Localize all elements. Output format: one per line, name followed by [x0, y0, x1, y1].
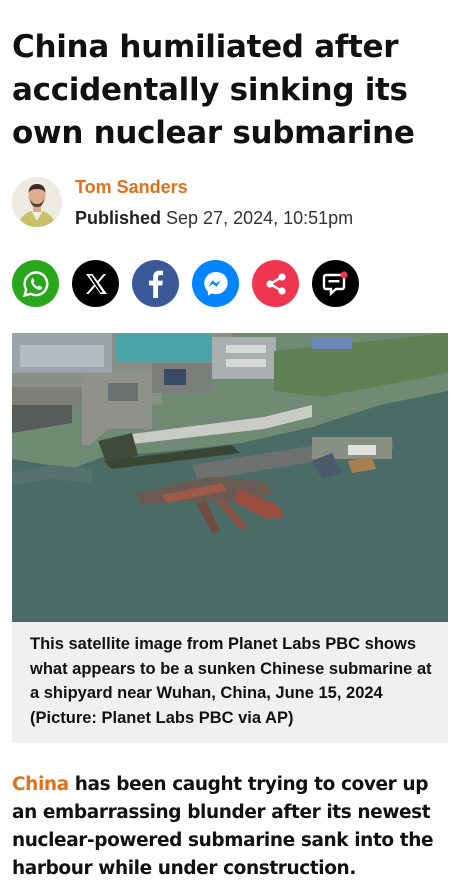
- facebook-share-button[interactable]: [132, 260, 179, 307]
- author-name[interactable]: Tom Sanders: [75, 176, 353, 198]
- byline: Tom Sanders Published Sep 27, 2024, 10:5…: [12, 176, 448, 249]
- published-date: Sep 27, 2024, 10:51pm: [166, 208, 354, 228]
- share-icon: [265, 272, 286, 295]
- author-avatar[interactable]: [12, 177, 62, 227]
- article: China humiliated after accidentally sink…: [0, 0, 460, 883]
- x-share-button[interactable]: [72, 260, 119, 307]
- share-button[interactable]: [252, 260, 299, 307]
- comments-button[interactable]: [312, 260, 359, 307]
- comment-icon: [322, 270, 348, 296]
- messenger-icon: [203, 271, 228, 296]
- whatsapp-icon: [22, 270, 48, 297]
- author-info: Tom Sanders Published Sep 27, 2024, 10:5…: [75, 176, 353, 230]
- article-body: China has been caught trying to cover up…: [12, 771, 448, 883]
- messenger-share-button[interactable]: [192, 260, 239, 307]
- satellite-image: [12, 333, 448, 622]
- published-label: Published: [75, 208, 162, 228]
- x-icon: [85, 273, 107, 294]
- headline: China humiliated after accidentally sink…: [12, 29, 415, 151]
- whatsapp-share-button[interactable]: [12, 260, 59, 307]
- facebook-icon: [148, 270, 163, 298]
- body-text: has been caught trying to cover up an em…: [12, 774, 434, 879]
- share-bar: [12, 260, 448, 307]
- publish-info: Published Sep 27, 2024, 10:51pm: [75, 206, 353, 230]
- topic-link-china[interactable]: China: [12, 774, 69, 795]
- image-caption: This satellite image from Planet Labs PB…: [12, 622, 448, 743]
